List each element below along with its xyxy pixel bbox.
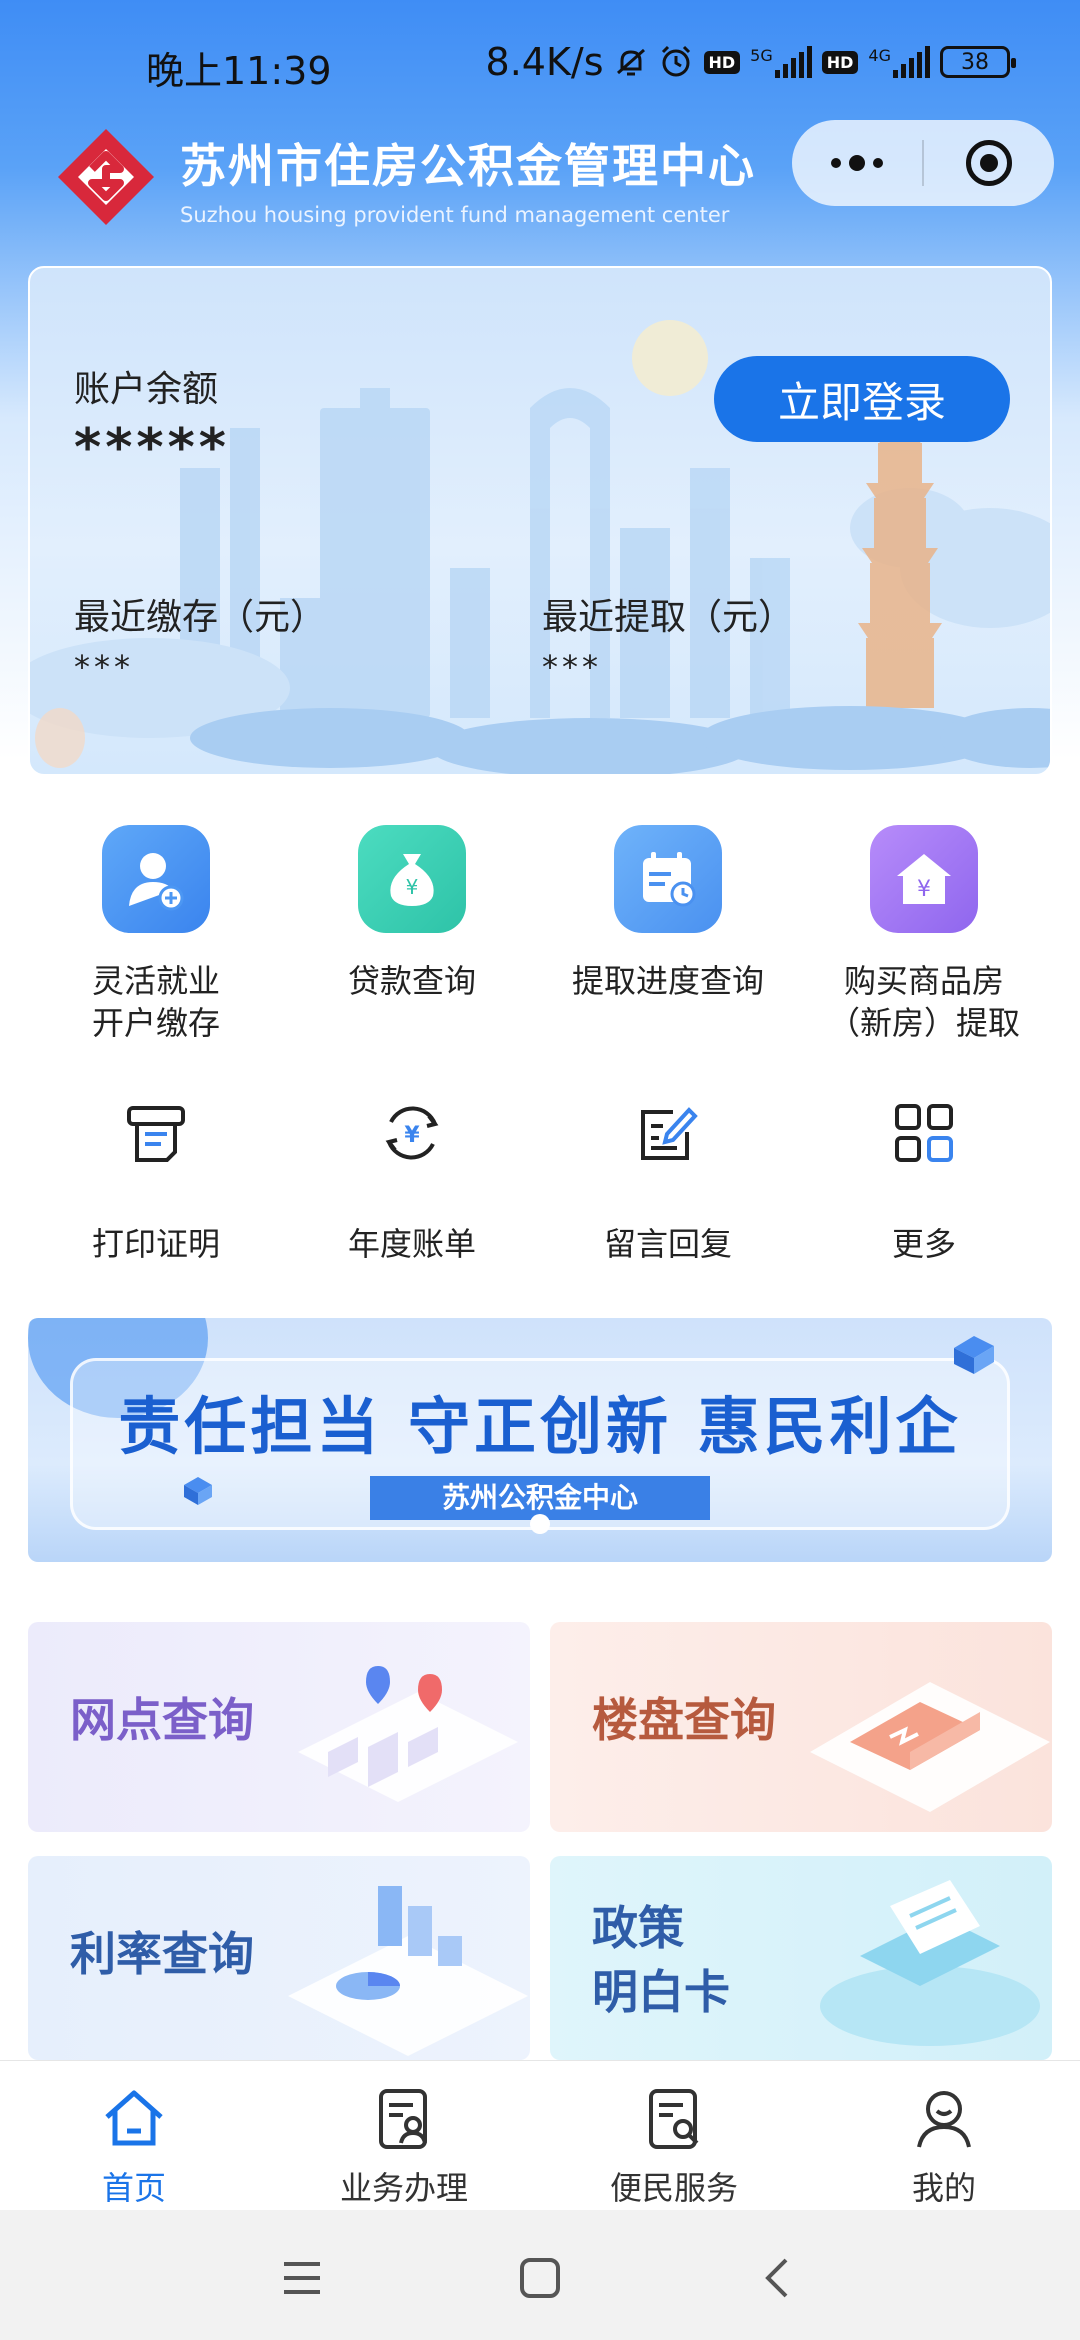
target-icon bbox=[966, 140, 1012, 186]
mini-program-capsule bbox=[792, 120, 1054, 206]
service-flexible-employment[interactable]: 灵活就业 开户缴存 bbox=[56, 825, 256, 1044]
print-icon bbox=[116, 1093, 196, 1173]
annual-bill-icon: ¥ bbox=[372, 1093, 452, 1173]
service-label: 贷款查询 bbox=[347, 962, 476, 1000]
system-navigation-bar bbox=[0, 2210, 1080, 2340]
service-house-purchase[interactable]: ¥ 购买商品房 （新房）提取 bbox=[824, 825, 1024, 1044]
map-pin-illustration bbox=[298, 1666, 518, 1802]
tab-label: 我的 bbox=[911, 2169, 976, 2207]
recent-withdraw-label: 最近提取（元） bbox=[542, 597, 795, 638]
policy-card[interactable]: 政策 明白卡 bbox=[550, 1856, 1052, 2060]
close-mini-program-button[interactable] bbox=[924, 120, 1054, 206]
alarm-icon bbox=[658, 44, 694, 80]
service-print[interactable]: 打印证明 bbox=[56, 1093, 256, 1265]
tab-service[interactable]: 便民服务 bbox=[574, 2083, 774, 2209]
net-speed: 8.4K/s bbox=[485, 40, 604, 84]
more-options-button[interactable] bbox=[792, 120, 922, 206]
branch-query-card[interactable]: 网点查询 bbox=[28, 1622, 530, 1832]
svg-text:¥: ¥ bbox=[406, 875, 419, 899]
profile-icon bbox=[917, 2091, 971, 2148]
rate-query-card[interactable]: 利率查询 bbox=[28, 1856, 530, 2060]
battery-icon: 38 bbox=[940, 46, 1016, 78]
service-message-reply[interactable]: 留言回复 bbox=[568, 1093, 768, 1265]
promo-banner[interactable]: 责任担当 守正创新 惠民利企 苏州公积金中心 bbox=[28, 1318, 1052, 1562]
service-more[interactable]: 更多 bbox=[824, 1093, 1024, 1265]
house-purchase-icon: ¥ bbox=[870, 825, 978, 933]
banner-title: 责任担当 守正创新 惠民利企 bbox=[118, 1390, 962, 1463]
service-label: 更多 bbox=[891, 1225, 956, 1263]
menu-icon[interactable] bbox=[272, 2248, 332, 2308]
status-time: 晚上11:39 bbox=[146, 49, 332, 93]
policy-card-illustration bbox=[820, 1880, 1040, 2046]
service-label: 提取进度查询 bbox=[571, 962, 764, 1000]
logo-icon bbox=[58, 129, 154, 225]
query-card-label: 政策 明白卡 bbox=[592, 1901, 730, 2020]
signal-5g-icon: 5G bbox=[750, 46, 812, 78]
query-card-label: 利率查询 bbox=[70, 1927, 254, 1981]
tab-label: 便民服务 bbox=[609, 2169, 738, 2207]
back-icon[interactable] bbox=[748, 2248, 808, 2308]
tab-label: 首页 bbox=[101, 2169, 166, 2207]
service-loan-query[interactable]: ¥ 贷款查询 bbox=[312, 825, 512, 1003]
recent-deposit-label: 最近缴存（元） bbox=[74, 597, 327, 638]
service-label: 打印证明 bbox=[91, 1225, 220, 1263]
query-card-label: 网点查询 bbox=[70, 1693, 254, 1747]
svg-text:¥: ¥ bbox=[917, 877, 931, 902]
carousel-indicator bbox=[530, 1514, 550, 1534]
tab-label: 业务办理 bbox=[339, 2169, 468, 2207]
app-title: 苏州市住房公积金管理中心 bbox=[180, 139, 756, 193]
property-query-card[interactable]: 楼盘查询 bbox=[550, 1622, 1052, 1832]
status-bar: 晚上11:39 8.4K/s HD 5G HD 4G 38 bbox=[0, 0, 1080, 120]
login-button[interactable]: 立即登录 bbox=[714, 356, 1010, 442]
more-grid-icon bbox=[884, 1093, 964, 1173]
tab-business[interactable]: 业务办理 bbox=[304, 2083, 504, 2209]
balance-label: 账户余额 bbox=[74, 369, 219, 410]
hd-badge-2: HD bbox=[821, 50, 859, 74]
message-reply-icon bbox=[628, 1093, 708, 1173]
bottom-tab-bar: 首页 业务办理 便民服务 我的 bbox=[0, 2060, 1080, 2210]
account-card: 账户余额 ***** 立即登录 最近缴存（元） *** 最近提取（元） *** bbox=[28, 266, 1052, 776]
flexible-employment-icon bbox=[102, 825, 210, 933]
hd-badge: HD bbox=[703, 50, 741, 74]
loan-query-icon: ¥ bbox=[358, 825, 466, 933]
service-label: 年度账单 bbox=[347, 1225, 476, 1263]
service-label: 留言回复 bbox=[603, 1225, 732, 1263]
service-withdraw-progress[interactable]: 提取进度查询 bbox=[568, 825, 768, 1003]
mute-bell-icon bbox=[614, 45, 648, 79]
home-square-icon[interactable] bbox=[510, 2248, 570, 2308]
city-skyline-illustration bbox=[30, 320, 1050, 774]
tab-profile[interactable]: 我的 bbox=[844, 2083, 1044, 2209]
service-icon bbox=[649, 2089, 699, 2149]
withdraw-progress-icon bbox=[614, 825, 722, 933]
property-illustration bbox=[810, 1682, 1050, 1812]
small-cube-icon bbox=[184, 1477, 212, 1505]
recent-withdraw-value: *** bbox=[542, 648, 602, 686]
status-icons: 8.4K/s HD 5G HD 4G 38 bbox=[485, 40, 1016, 84]
query-card-label: 楼盘查询 bbox=[592, 1693, 776, 1747]
service-label: 灵活就业 开户缴存 bbox=[91, 962, 220, 1042]
business-icon bbox=[379, 2089, 427, 2149]
app-subtitle: Suzhou housing provident fund management… bbox=[180, 203, 730, 227]
svg-text:¥: ¥ bbox=[404, 1123, 420, 1148]
service-annual-bill[interactable]: ¥ 年度账单 bbox=[312, 1093, 512, 1265]
signal-4g-icon: 4G bbox=[868, 46, 930, 78]
balance-value: ***** bbox=[74, 418, 230, 478]
tab-home[interactable]: 首页 bbox=[34, 2083, 234, 2209]
service-label: 购买商品房 （新房）提取 bbox=[827, 962, 1020, 1042]
cube-icon bbox=[954, 1336, 994, 1374]
recent-deposit-value: *** bbox=[74, 648, 134, 686]
home-icon bbox=[105, 2090, 163, 2146]
chart-illustration bbox=[288, 1886, 528, 2056]
